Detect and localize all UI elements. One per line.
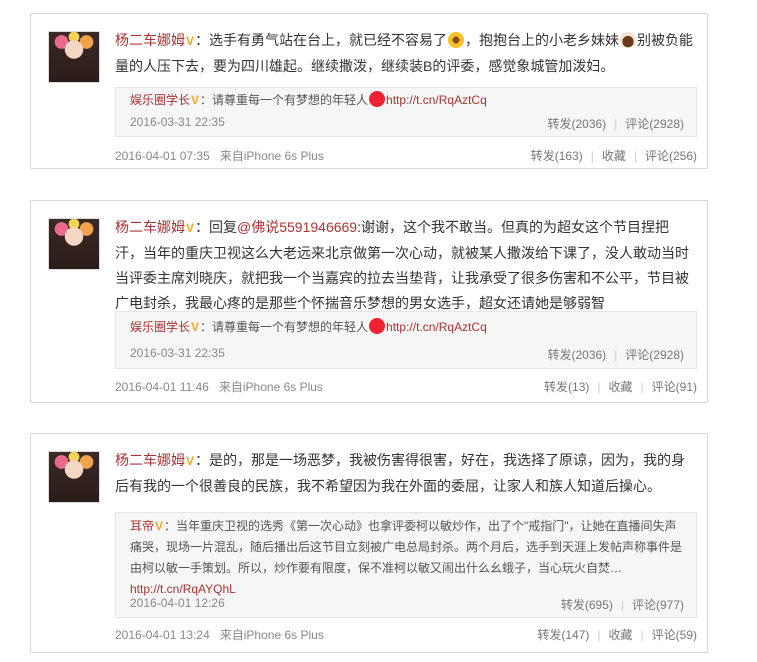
divider: | bbox=[633, 149, 637, 163]
verified-badge-icon[interactable]: V bbox=[191, 317, 199, 338]
quoted-timestamp[interactable]: 2016-04-01 12:26 bbox=[130, 596, 225, 610]
post-meta: 2016-04-01 07:35 来自iPhone 6s Plus bbox=[115, 147, 324, 164]
favorite-button[interactable]: 收藏 bbox=[609, 628, 633, 642]
divider: | bbox=[614, 117, 618, 131]
author-name[interactable]: 杨二车娜姆 bbox=[115, 452, 185, 468]
weibo-post: 杨二车娜姆V：选手有勇气站在台上，就已经不容易了 ，抱抱台上的小老乡妹妹 别被负能量… bbox=[30, 13, 708, 169]
quoted-actions: 转发(2036) | 评论(2928) bbox=[547, 346, 684, 363]
mention-link[interactable]: @佛说5591946669 bbox=[237, 219, 357, 235]
divider: | bbox=[597, 628, 601, 642]
comment-button[interactable]: 评论(91) bbox=[652, 380, 697, 394]
short-link[interactable]: http://t.cn/RqAztCq bbox=[386, 320, 487, 334]
angry-emoji-icon bbox=[369, 318, 386, 334]
verified-badge-icon[interactable]: V bbox=[186, 29, 194, 54]
verified-badge-icon[interactable]: V bbox=[186, 216, 194, 241]
post-actions: 转发(163) | 收藏 | 评论(256) bbox=[531, 147, 697, 164]
quoted-comment-button[interactable]: 评论(2928) bbox=[625, 348, 684, 362]
repost-button[interactable]: 转发(13) bbox=[544, 380, 589, 394]
post-source[interactable]: 来自iPhone 6s Plus bbox=[220, 628, 324, 642]
quoted-body: ：请尊重每一个有梦想的年轻人 bbox=[200, 320, 369, 334]
quoted-text: 耳帝V：当年重庆卫视的选秀《第一次心动》也拿评委柯以敏炒作，出了个"戒指门"，让… bbox=[130, 516, 682, 600]
quoted-post: 娱乐圈学长V：请尊重每一个有梦想的年轻人 http://t.cn/RqAztCq … bbox=[115, 87, 697, 137]
divider: | bbox=[640, 628, 644, 642]
divider: | bbox=[590, 149, 594, 163]
quoted-author[interactable]: 耳帝 bbox=[130, 519, 154, 533]
colon: ： bbox=[195, 32, 210, 48]
comment-button[interactable]: 评论(59) bbox=[652, 628, 697, 642]
post-timestamp[interactable]: 2016-04-01 07:35 bbox=[115, 149, 210, 163]
quoted-post: 耳帝V：当年重庆卫视的选秀《第一次心动》也拿评委柯以敏炒作，出了个"戒指门"，让… bbox=[115, 512, 697, 618]
post-text: 杨二车娜姆V：是的，那是一场恶梦，我被伤害得很害，好在，我选择了原谅，因为，我的… bbox=[115, 448, 693, 499]
quoted-post: 娱乐圈学长V：请尊重每一个有梦想的年轻人 http://t.cn/RqAztCq … bbox=[115, 311, 697, 369]
quoted-author[interactable]: 娱乐圈学长 bbox=[130, 320, 190, 334]
avatar[interactable] bbox=[48, 218, 100, 270]
post-actions: 转发(147) | 收藏 | 评论(59) bbox=[537, 626, 697, 643]
favorite-button[interactable]: 收藏 bbox=[602, 149, 626, 163]
repost-button[interactable]: 转发(163) bbox=[531, 149, 583, 163]
post-text: 杨二车娜姆V：选手有勇气站在台上，就已经不容易了 ，抱抱台上的小老乡妹妹 别被负能量… bbox=[115, 28, 693, 79]
quoted-author[interactable]: 娱乐圈学长 bbox=[130, 93, 190, 107]
short-link[interactable]: http://t.cn/RqAYQhL bbox=[130, 582, 236, 596]
quoted-repost-button[interactable]: 转发(2036) bbox=[547, 117, 606, 131]
post-body: 选手有勇气站在台上，就已经不容易了 bbox=[209, 32, 448, 48]
coffee-emoji-icon bbox=[620, 32, 637, 48]
reply-prefix: 回复 bbox=[209, 219, 238, 235]
angry-emoji-icon bbox=[369, 91, 386, 107]
avatar[interactable] bbox=[48, 31, 100, 83]
divider: | bbox=[597, 380, 601, 394]
quoted-timestamp[interactable]: 2016-03-31 22:35 bbox=[130, 346, 225, 360]
author-name[interactable]: 杨二车娜姆 bbox=[115, 32, 185, 48]
quoted-body: ：请尊重每一个有梦想的年轻人 bbox=[200, 93, 369, 107]
post-timestamp[interactable]: 2016-04-01 11:46 bbox=[115, 380, 209, 394]
quoted-repost-button[interactable]: 转发(695) bbox=[561, 598, 613, 612]
comment-button[interactable]: 评论(256) bbox=[645, 149, 697, 163]
quoted-timestamp[interactable]: 2016-03-31 22:35 bbox=[130, 115, 225, 129]
weibo-post: 杨二车娜姆V：回复@佛说5591946669:谢谢，这个我不敢当。但真的为超女这… bbox=[30, 200, 708, 403]
quoted-text: 娱乐圈学长V：请尊重每一个有梦想的年轻人 http://t.cn/RqAztCq bbox=[130, 90, 682, 111]
quoted-body: ：当年重庆卫视的选秀《第一次心动》也拿评委柯以敏炒作，出了个"戒指门"，让她在直… bbox=[130, 519, 683, 575]
divider: | bbox=[620, 598, 624, 612]
short-link[interactable]: http://t.cn/RqAztCq bbox=[386, 93, 487, 107]
post-meta: 2016-04-01 13:24 来自iPhone 6s Plus bbox=[115, 626, 324, 643]
colon: ： bbox=[195, 219, 210, 235]
post-body: ，抱抱台上的小老乡妹妹 bbox=[465, 32, 620, 48]
weibo-post: 杨二车娜姆V：是的，那是一场恶梦，我被伤害得很害，好在，我选择了原谅，因为，我的… bbox=[30, 433, 708, 653]
post-meta: 2016-04-01 11:46 来自iPhone 6s Plus bbox=[115, 378, 323, 395]
author-name[interactable]: 杨二车娜姆 bbox=[115, 219, 185, 235]
avatar[interactable] bbox=[48, 451, 100, 503]
quoted-comment-button[interactable]: 评论(977) bbox=[632, 598, 684, 612]
quoted-repost-button[interactable]: 转发(2036) bbox=[547, 348, 606, 362]
quoted-text: 娱乐圈学长V：请尊重每一个有梦想的年轻人 http://t.cn/RqAztCq bbox=[130, 317, 682, 338]
favorite-button[interactable]: 收藏 bbox=[609, 380, 633, 394]
sunflower-emoji-icon bbox=[448, 32, 465, 48]
verified-badge-icon[interactable]: V bbox=[186, 449, 194, 474]
post-timestamp[interactable]: 2016-04-01 13:24 bbox=[115, 628, 210, 642]
quoted-comment-button[interactable]: 评论(2928) bbox=[625, 117, 684, 131]
divider: | bbox=[614, 348, 618, 362]
colon: ： bbox=[195, 452, 210, 468]
verified-badge-icon[interactable]: V bbox=[155, 516, 163, 537]
post-source[interactable]: 来自iPhone 6s Plus bbox=[220, 149, 324, 163]
verified-badge-icon[interactable]: V bbox=[191, 90, 199, 111]
repost-button[interactable]: 转发(147) bbox=[537, 628, 589, 642]
post-actions: 转发(13) | 收藏 | 评论(91) bbox=[544, 378, 697, 395]
quoted-actions: 转发(695) | 评论(977) bbox=[561, 596, 684, 613]
quoted-actions: 转发(2036) | 评论(2928) bbox=[547, 115, 684, 132]
post-text: 杨二车娜姆V：回复@佛说5591946669:谢谢，这个我不敢当。但真的为超女这… bbox=[115, 215, 693, 316]
divider: | bbox=[640, 380, 644, 394]
post-source[interactable]: 来自iPhone 6s Plus bbox=[219, 380, 323, 394]
